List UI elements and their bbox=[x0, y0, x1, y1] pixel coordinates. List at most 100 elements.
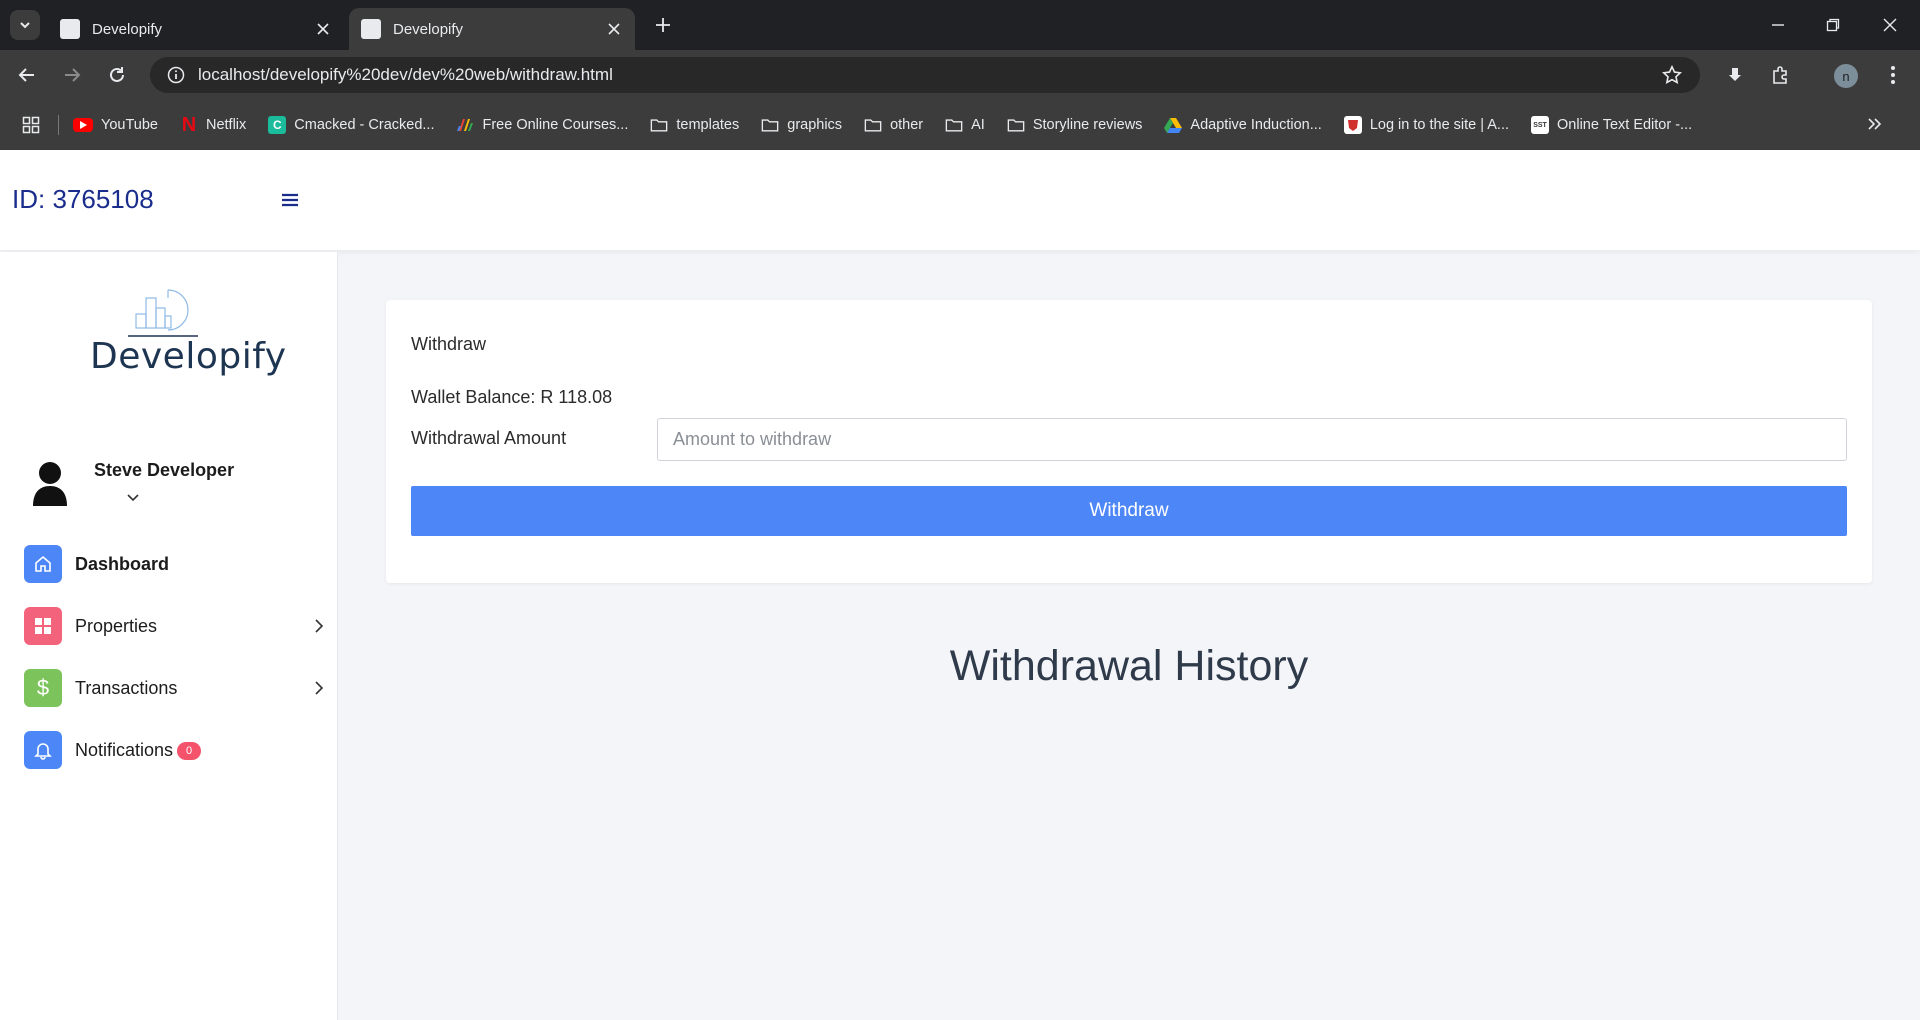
bookmark-label: Adaptive Induction... bbox=[1190, 117, 1322, 133]
withdrawal-amount-input[interactable] bbox=[657, 418, 1847, 461]
web-page: ID: 3765108 Developify Steve Developer D… bbox=[0, 150, 1920, 1020]
bookmark-adaptive-induction[interactable]: Adaptive Induction... bbox=[1164, 111, 1322, 139]
withdraw-card: Withdraw Wallet Balance: R 118.08 Withdr… bbox=[386, 300, 1872, 583]
folder-icon bbox=[761, 116, 779, 134]
developify-logo[interactable]: Developify bbox=[86, 288, 286, 378]
home-icon bbox=[24, 545, 62, 583]
bookmark-youtube[interactable]: YouTube bbox=[73, 111, 158, 139]
sidebar: Developify Steve Developer Dashboard Pro… bbox=[0, 252, 338, 1020]
reload-icon bbox=[110, 67, 124, 82]
bookmark-label: templates bbox=[676, 117, 740, 133]
bookmark-star-icon[interactable] bbox=[1654, 65, 1690, 85]
sidebar-item-label: Dashboard bbox=[75, 553, 170, 574]
bookmark-label: other bbox=[890, 117, 924, 133]
wallet-balance: Wallet Balance: R 118.08 bbox=[411, 387, 613, 407]
moodle-icon bbox=[1343, 116, 1362, 134]
bookmark-label: Cmacked - Cracked... bbox=[294, 117, 435, 133]
folder-icon bbox=[650, 116, 668, 134]
bookmark-free-courses[interactable]: Free Online Courses... bbox=[456, 111, 629, 139]
sidebar-item-properties[interactable]: Properties bbox=[24, 606, 324, 646]
user-id-label: ID: 3765108 bbox=[12, 184, 154, 214]
sidebar-item-transactions[interactable]: $ Transactions bbox=[24, 668, 324, 708]
profile-avatar[interactable]: n bbox=[1834, 64, 1858, 88]
bookmark-folder-storyline[interactable]: Storyline reviews bbox=[1007, 111, 1143, 139]
bookmark-label: YouTube bbox=[101, 117, 158, 133]
user-profile[interactable]: Steve Developer bbox=[30, 452, 330, 512]
sst-icon: SST bbox=[1531, 116, 1550, 134]
withdraw-button[interactable]: Withdraw bbox=[411, 486, 1847, 536]
bookmark-label: Netflix bbox=[205, 117, 247, 133]
new-tab-button[interactable] bbox=[650, 12, 676, 38]
puzzle-icon bbox=[1773, 66, 1787, 84]
tab-title: Developify bbox=[92, 20, 163, 38]
forward-button[interactable] bbox=[57, 60, 87, 90]
arrow-left-icon bbox=[18, 68, 34, 82]
close-window-button[interactable] bbox=[1872, 10, 1908, 40]
browser-toolbar: localhost/developify%20dev/dev%20web/wit… bbox=[0, 50, 1920, 100]
user-avatar-icon bbox=[33, 462, 67, 506]
reload-button[interactable] bbox=[102, 60, 132, 90]
bookmark-label: AI bbox=[971, 117, 985, 133]
building-logo-icon bbox=[128, 289, 198, 337]
folder-icon bbox=[1007, 116, 1025, 134]
developify-favicon bbox=[361, 19, 381, 39]
minimize-icon bbox=[1772, 24, 1784, 26]
cmacked-icon: C bbox=[268, 116, 287, 134]
drive-icon bbox=[1164, 116, 1183, 134]
close-icon bbox=[1883, 18, 1897, 32]
browser-tab-active[interactable]: Developify bbox=[349, 8, 635, 50]
bookmark-login-site[interactable]: Log in to the site | A... bbox=[1343, 111, 1510, 139]
bookmark-folder-ai[interactable]: AI bbox=[945, 111, 985, 139]
extensions-button[interactable] bbox=[1766, 60, 1796, 90]
bookmark-folder-other[interactable]: other bbox=[864, 111, 923, 139]
grid-icon bbox=[24, 607, 62, 645]
tab-search-button[interactable] bbox=[10, 10, 40, 40]
bookmarks-bar: YouTube N Netflix C Cmacked - Cracked...… bbox=[0, 100, 1920, 150]
plus-icon bbox=[656, 18, 670, 32]
tab-title: Developify bbox=[393, 20, 464, 38]
browser-tab-strip: Developify Developify bbox=[0, 0, 1920, 50]
withdrawal-amount-label: Withdrawal Amount bbox=[411, 428, 567, 448]
sidebar-item-notifications[interactable]: Notifications 0 bbox=[24, 730, 324, 770]
minimize-button[interactable] bbox=[1760, 10, 1796, 40]
bookmark-folder-templates[interactable]: templates bbox=[650, 111, 739, 139]
bookmark-folder-graphics[interactable]: graphics bbox=[761, 111, 842, 139]
notification-count-badge: 0 bbox=[177, 742, 202, 760]
bookmark-label: Free Online Courses... bbox=[482, 117, 629, 133]
address-bar[interactable]: localhost/developify%20dev/dev%20web/wit… bbox=[150, 57, 1700, 93]
restore-icon bbox=[1826, 18, 1840, 32]
bookmark-label: Online Text Editor -... bbox=[1557, 117, 1693, 133]
chevron-down-icon bbox=[20, 22, 30, 29]
site-info-icon[interactable] bbox=[158, 66, 194, 84]
browser-tab-inactive[interactable]: Developify bbox=[48, 8, 344, 50]
bell-icon bbox=[24, 731, 62, 769]
hamburger-menu-icon[interactable] bbox=[278, 186, 302, 214]
back-button[interactable] bbox=[12, 60, 42, 90]
chevron-down-icon[interactable] bbox=[126, 490, 140, 508]
bookmark-cmacked[interactable]: C Cmacked - Cracked... bbox=[268, 111, 435, 139]
youtube-icon bbox=[73, 118, 93, 132]
withdrawal-history-heading: Withdrawal History bbox=[949, 642, 1309, 690]
more-bookmarks-icon[interactable] bbox=[1866, 116, 1882, 132]
sidebar-item-dashboard[interactable]: Dashboard bbox=[24, 544, 324, 584]
sidebar-item-label: Notifications bbox=[75, 739, 174, 760]
downloads-button[interactable] bbox=[1720, 60, 1750, 90]
folder-icon bbox=[945, 116, 963, 134]
restore-button[interactable] bbox=[1815, 10, 1851, 40]
close-tab-icon[interactable] bbox=[605, 20, 623, 38]
netflix-icon: N bbox=[181, 113, 197, 136]
user-name: Steve Developer bbox=[94, 460, 235, 480]
download-icon bbox=[1729, 68, 1741, 81]
bookmark-netflix[interactable]: N Netflix bbox=[180, 111, 247, 139]
more-vertical-icon bbox=[1891, 66, 1895, 84]
bookmark-online-text-editor[interactable]: SST Online Text Editor -... bbox=[1531, 111, 1692, 139]
chevron-right-icon bbox=[314, 618, 324, 639]
close-tab-icon[interactable] bbox=[314, 20, 332, 38]
bookmarks-divider bbox=[58, 115, 59, 135]
apps-grid-icon[interactable] bbox=[22, 116, 40, 134]
sidebar-item-label: Transactions bbox=[75, 677, 178, 698]
url-text[interactable]: localhost/developify%20dev/dev%20web/wit… bbox=[198, 65, 1654, 85]
browser-menu-button[interactable] bbox=[1878, 60, 1908, 90]
bookmark-label: Log in to the site | A... bbox=[1369, 117, 1510, 133]
bookmark-label: Storyline reviews bbox=[1032, 117, 1143, 133]
